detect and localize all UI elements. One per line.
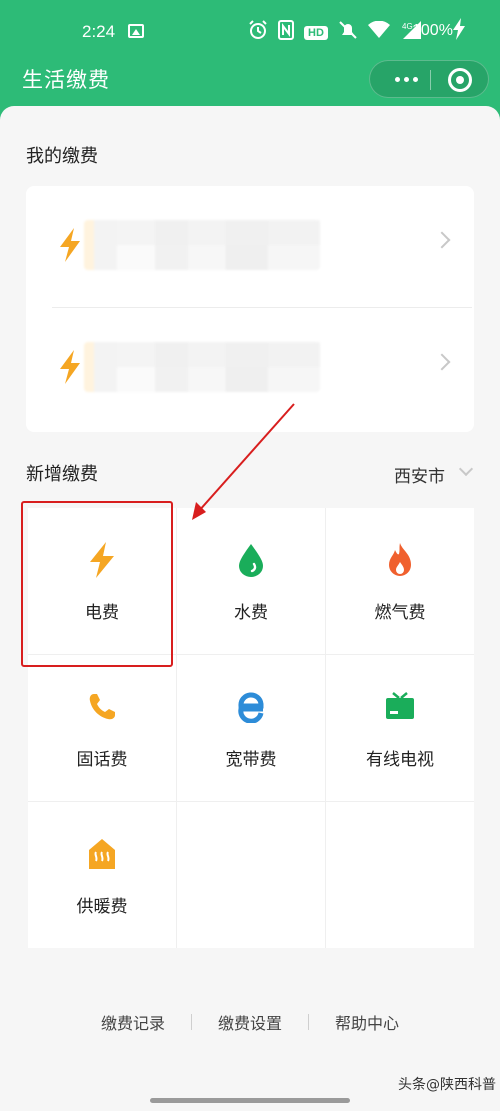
service-label: 燃气费: [374, 603, 426, 623]
footer-link-help[interactable]: 帮助中心: [309, 1010, 425, 1034]
status-bar: 2:24 HD 4G 100%: [0, 0, 500, 64]
electricity-bolt-icon: [60, 350, 80, 384]
mini-program-close-icon[interactable]: [448, 68, 472, 92]
mute-icon: [338, 20, 358, 45]
top-bar: 2:24 HD 4G 100% 生活缴费: [0, 0, 500, 122]
footer-link-settings[interactable]: 缴费设置: [192, 1010, 308, 1034]
home-indicator[interactable]: [150, 1098, 350, 1103]
mini-program-capsule: [369, 60, 489, 98]
tv-icon: [384, 689, 416, 725]
service-broadband[interactable]: 宽带费: [177, 655, 325, 801]
water-drop-icon: [235, 542, 267, 578]
wifi-icon: [367, 20, 390, 44]
service-label: 有线电视: [366, 750, 434, 770]
new-bills-title: 新增缴费: [26, 464, 98, 485]
service-water[interactable]: 水费: [177, 508, 325, 654]
service-gas[interactable]: 燃气费: [326, 508, 474, 654]
main-content: 我的缴费 新增缴费 西安市 电费 水费 燃气费 固话费 宽带费 有线电视 供暖费…: [0, 106, 500, 1111]
chevron-right-icon: [433, 353, 451, 371]
status-time: 2:24: [82, 22, 116, 41]
footer-link-records[interactable]: 缴费记录: [75, 1010, 191, 1034]
service-cable-tv[interactable]: 有线电视: [326, 655, 474, 801]
phone-icon: [86, 689, 118, 725]
my-bills-title: 我的缴费: [26, 146, 98, 167]
service-landline[interactable]: 固话费: [28, 655, 176, 801]
hd-icon: HD: [304, 25, 328, 40]
service-heating[interactable]: 供暖费: [28, 802, 176, 948]
nfc-icon: [278, 20, 294, 45]
network-label: 4G: [402, 22, 413, 31]
footer-links: 缴费记录 缴费设置 帮助中心: [0, 1010, 500, 1034]
flame-icon: [384, 542, 416, 578]
bill-row[interactable]: [26, 186, 474, 308]
charging-icon: [452, 18, 466, 45]
blurred-account-info: [84, 220, 320, 270]
status-icons: HD 4G: [248, 20, 422, 45]
page-title: 生活缴费: [22, 68, 110, 92]
empty-cell: [326, 802, 474, 948]
more-dots-icon[interactable]: [386, 68, 426, 90]
broadband-icon: [235, 689, 267, 725]
service-label: 宽带费: [225, 750, 277, 770]
gallery-icon: [128, 24, 144, 38]
service-label: 水费: [234, 603, 268, 623]
service-label: 固话费: [76, 750, 128, 770]
alarm-icon: [248, 20, 268, 45]
capsule-divider: [430, 70, 431, 90]
chevron-right-icon: [433, 231, 451, 249]
nav-bar: 生活缴费: [0, 58, 500, 102]
my-bills-card: [26, 186, 474, 432]
chevron-down-icon[interactable]: [458, 461, 474, 477]
bolt-icon: [86, 542, 118, 578]
service-label: 供暖费: [76, 897, 128, 917]
city-selector[interactable]: 西安市: [394, 462, 445, 487]
service-grid: 电费 水费 燃气费 固话费 宽带费 有线电视 供暖费: [28, 508, 474, 948]
heating-icon: [86, 836, 118, 872]
service-label: 电费: [85, 603, 119, 623]
blurred-account-info: [84, 342, 320, 392]
service-electricity[interactable]: 电费: [28, 508, 176, 654]
bill-row[interactable]: [26, 308, 474, 429]
battery-level: 100%: [412, 22, 453, 39]
electricity-bolt-icon: [60, 228, 80, 262]
watermark: 头条@陕西科普: [398, 1077, 496, 1093]
empty-cell: [177, 802, 325, 948]
